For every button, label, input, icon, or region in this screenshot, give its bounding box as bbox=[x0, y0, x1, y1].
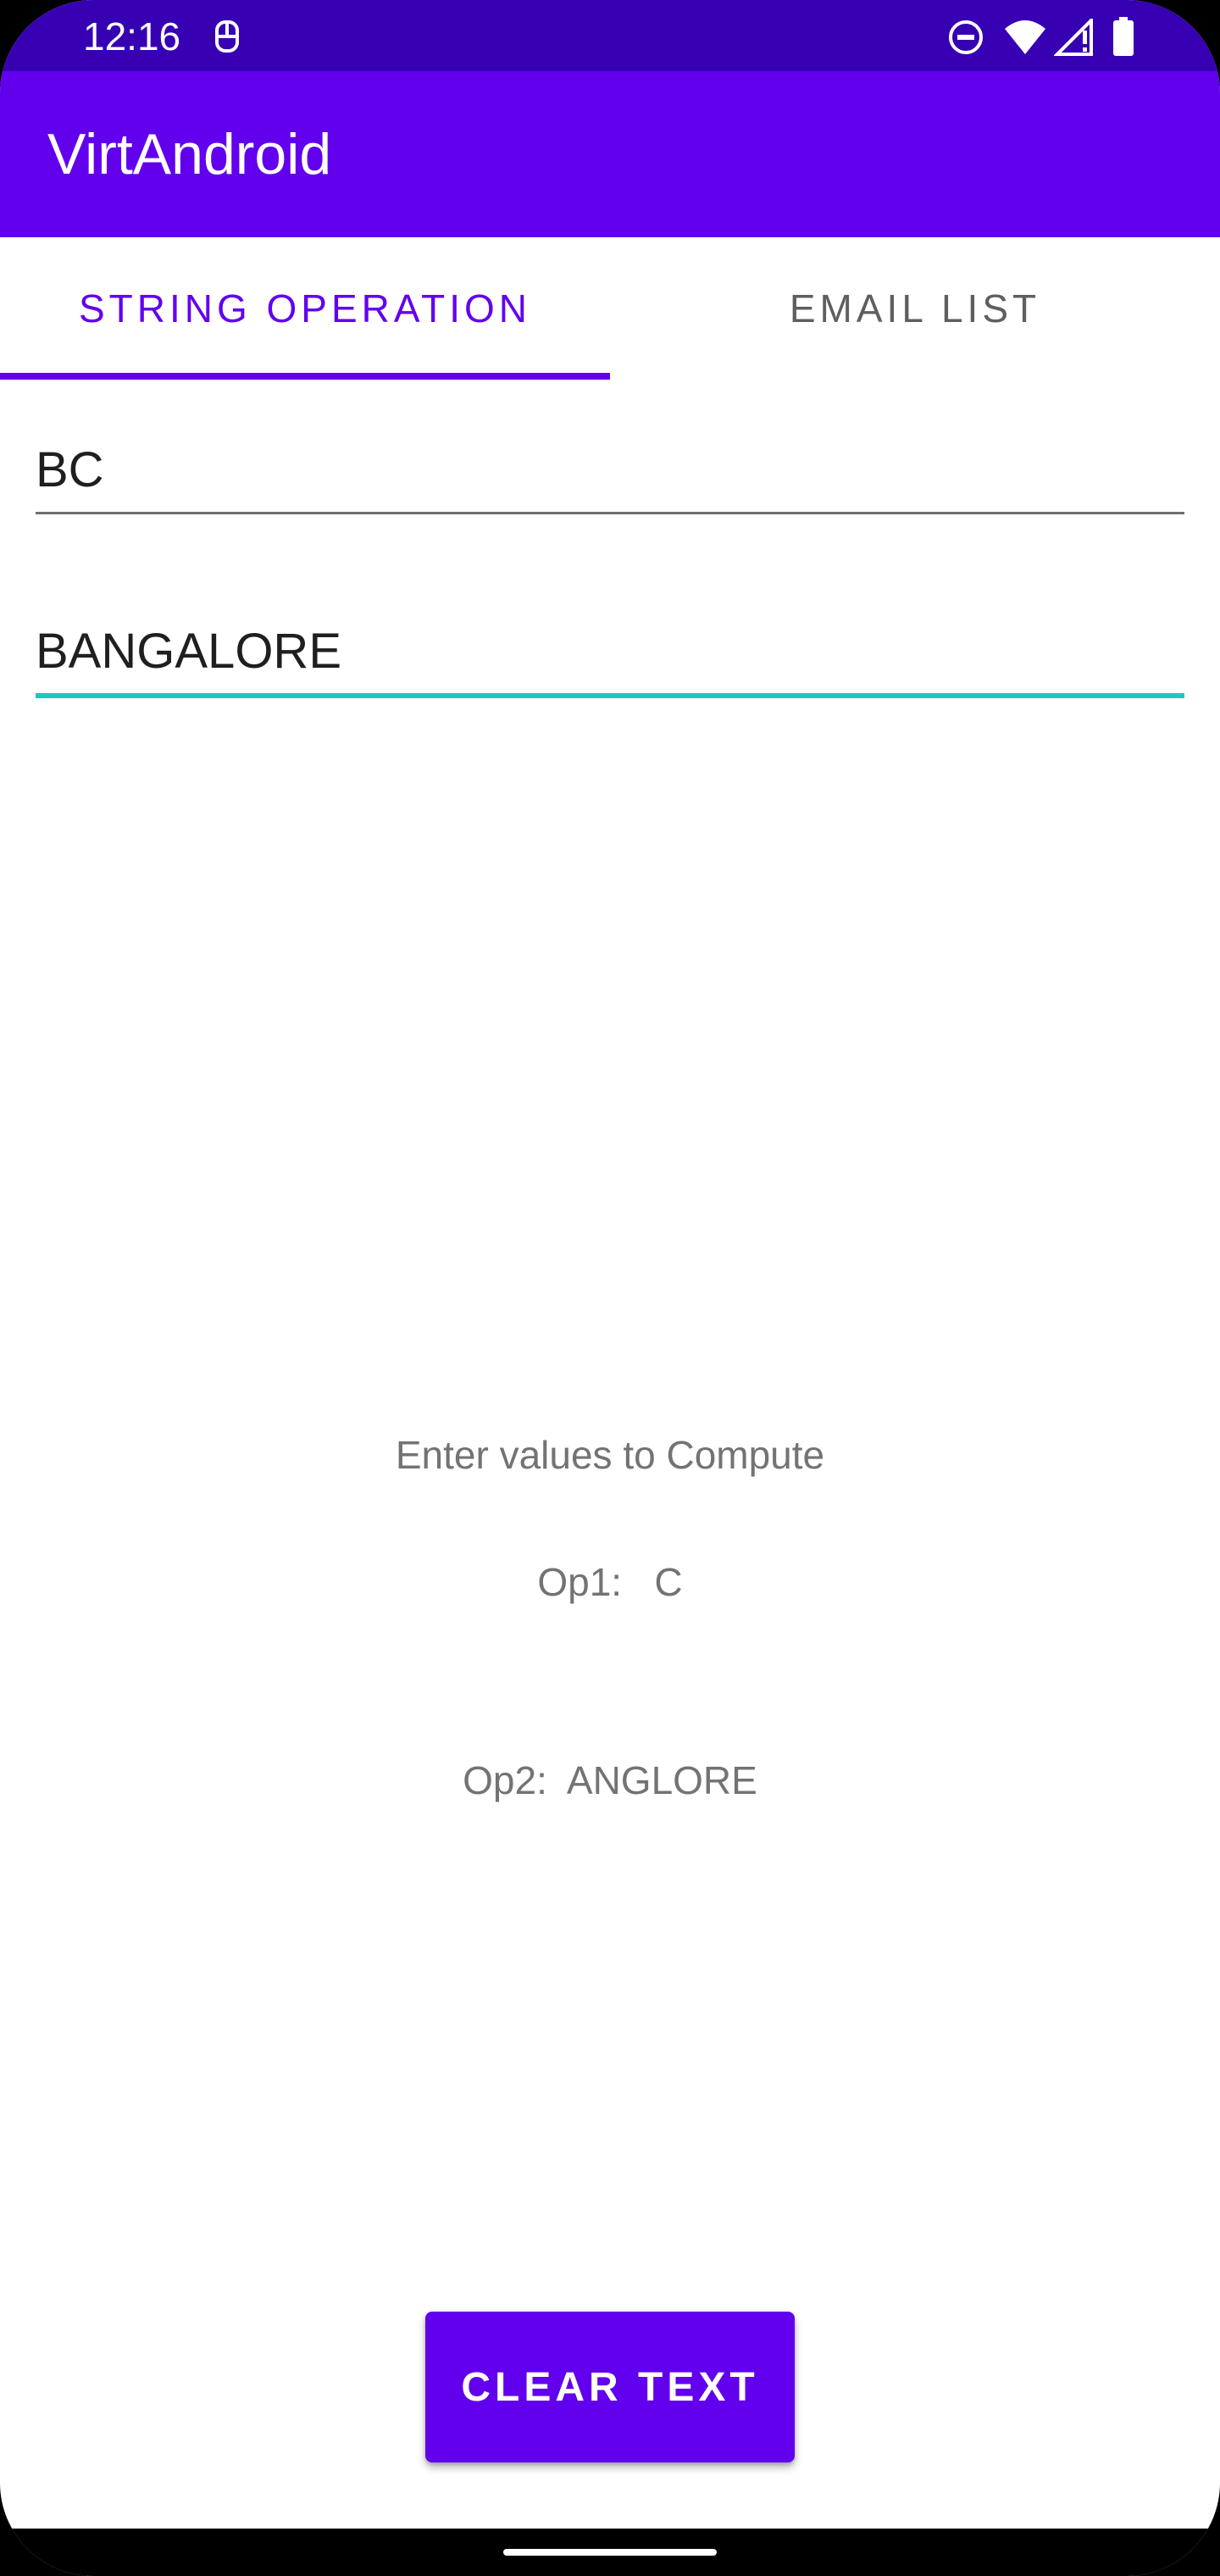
cellular-signal-icon bbox=[1054, 19, 1093, 56]
tab-string-operation[interactable]: STRING OPERATION bbox=[0, 237, 610, 380]
op1-result: Op1: C bbox=[537, 1560, 683, 1604]
status-time: 12:16 bbox=[83, 14, 181, 58]
app-bar: VirtAndroid bbox=[0, 71, 1220, 237]
tab-email-list[interactable]: EMAIL LIST bbox=[610, 237, 1220, 380]
op2-result: Op2: ANGLORE bbox=[463, 1758, 757, 1802]
do-not-disturb-icon bbox=[949, 20, 983, 54]
clear-text-button[interactable]: CLEAR TEXT bbox=[425, 2312, 795, 2462]
second-input-value: BANGALORE bbox=[36, 624, 341, 679]
tab-bar: STRING OPERATION EMAIL LIST bbox=[0, 237, 1220, 380]
second-input-field[interactable]: BANGALORE bbox=[36, 619, 1184, 700]
compute-heading: Enter values to Compute bbox=[395, 1433, 825, 1477]
second-input-underline bbox=[36, 693, 1184, 698]
first-input-underline bbox=[36, 512, 1184, 514]
first-input-value: BC bbox=[36, 442, 104, 497]
home-gesture-handle[interactable] bbox=[503, 2549, 717, 2556]
navigation-bar bbox=[0, 2529, 1220, 2576]
status-bar: 12:16 bbox=[0, 0, 1220, 71]
battery-icon bbox=[1113, 17, 1134, 56]
first-input-field[interactable]: BC bbox=[36, 437, 1184, 515]
notification-icon bbox=[215, 20, 239, 53]
tab-indicator bbox=[0, 373, 610, 380]
phone-screen: 12:16 VirtAndroid STRING OPERATION EMAIL… bbox=[0, 0, 1220, 2576]
wifi-icon bbox=[1005, 20, 1045, 54]
app-title: VirtAndroid bbox=[47, 122, 332, 186]
